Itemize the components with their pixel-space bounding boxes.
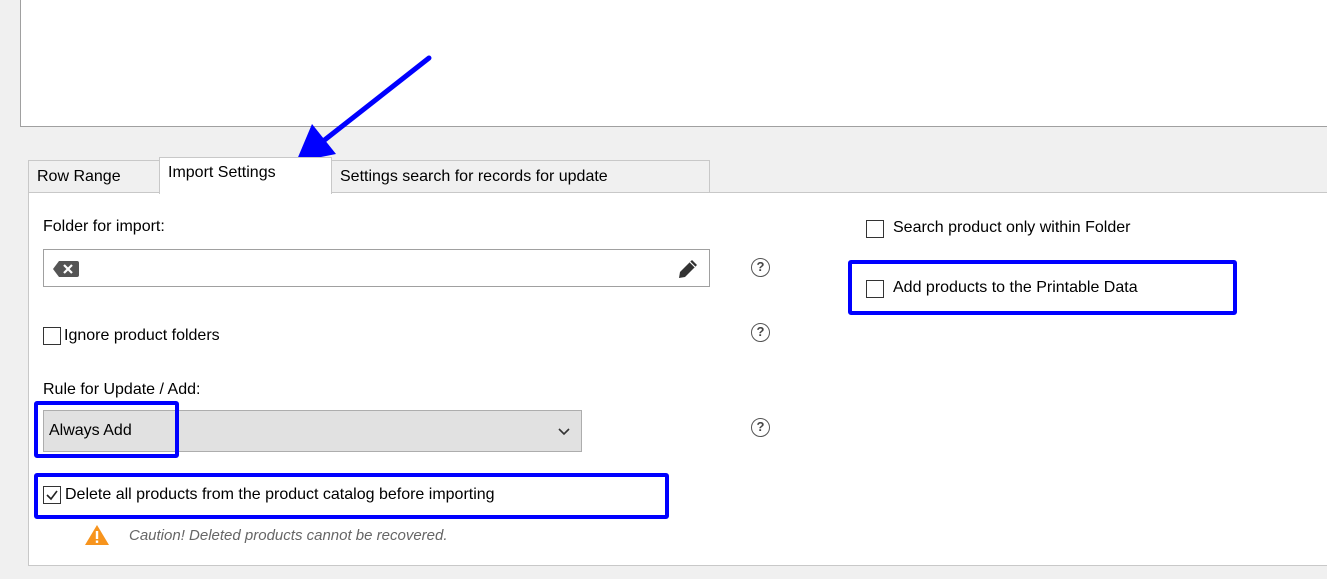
folder-label: Folder for import:: [43, 218, 165, 235]
chevron-down-icon: [558, 428, 570, 436]
help-icon[interactable]: ?: [751, 258, 770, 277]
highlight-box: [34, 401, 179, 458]
pencil-icon[interactable]: [677, 258, 699, 280]
tab-row-range[interactable]: Row Range: [28, 160, 160, 192]
highlight-box: [848, 260, 1237, 315]
tab-settings-search[interactable]: Settings search for records for update: [331, 160, 710, 192]
help-icon[interactable]: ?: [751, 418, 770, 437]
search-within-folder-checkbox[interactable]: [866, 220, 884, 238]
top-panel: [20, 0, 1327, 127]
warning-icon: [85, 525, 109, 545]
ignore-folders-checkbox[interactable]: [43, 327, 61, 345]
search-within-folder-label: Search product only within Folder: [893, 219, 1131, 236]
tab-import-settings[interactable]: Import Settings: [159, 157, 332, 194]
ignore-folders-label: Ignore product folders: [64, 327, 220, 344]
help-icon[interactable]: ?: [751, 323, 770, 342]
rule-label: Rule for Update / Add:: [43, 381, 201, 398]
highlight-box: [34, 473, 669, 519]
clear-icon[interactable]: [53, 261, 79, 277]
caution-text: Caution! Deleted products cannot be reco…: [129, 527, 448, 544]
folder-field[interactable]: [43, 249, 710, 287]
